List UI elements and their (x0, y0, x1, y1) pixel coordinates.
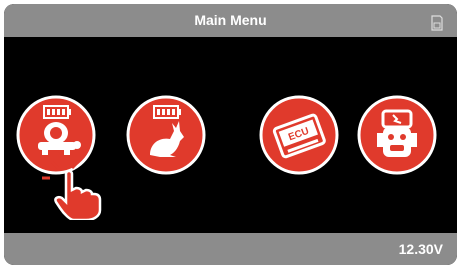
rabbit-battery-icon (126, 95, 206, 175)
ecu-button[interactable]: ECU (259, 95, 339, 175)
robot-head-icon (357, 95, 437, 175)
rabbit-mode-button[interactable] (126, 95, 206, 175)
main-menu: ECU (4, 37, 457, 233)
title-bar: Main Menu (4, 4, 457, 37)
voltage-readout: 12.30V (398, 241, 443, 257)
device-screen: Main Menu ECU 12.30V (4, 4, 457, 265)
status-bar: 12.30V (4, 233, 457, 265)
tap-hand-icon (42, 160, 102, 220)
robot-diagnostic-button[interactable] (357, 95, 437, 175)
ecu-icon: ECU (259, 95, 339, 175)
page-title: Main Menu (194, 12, 267, 28)
